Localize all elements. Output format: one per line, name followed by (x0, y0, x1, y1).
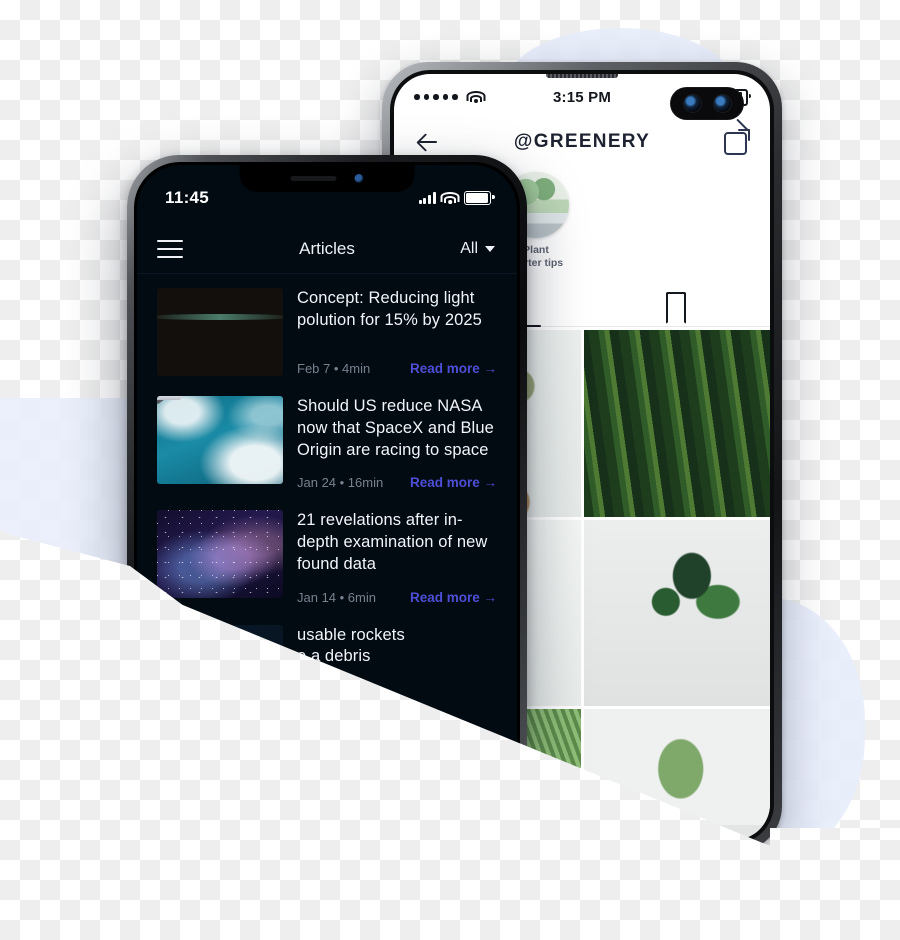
notch (239, 165, 415, 192)
external-link-icon[interactable] (724, 118, 751, 155)
battery-icon (464, 191, 495, 205)
camera-lens-icon (713, 95, 731, 112)
dual-camera-cutout (670, 87, 744, 120)
mockup-stage: 3:15 PM @GREENERY Plant starter tips 11:… (0, 0, 900, 940)
article-meta: Feb 7 • 4min Read more → (297, 347, 497, 376)
front-camera-icon (354, 174, 364, 183)
space-shuttle-icon (157, 396, 186, 404)
article-meta: Jan 14 • 6min Read more → (297, 576, 497, 605)
article-thumbnail (157, 510, 283, 599)
back-arrow-icon[interactable] (414, 128, 442, 156)
article-date-readtime: Jan 24 • 16min (297, 475, 384, 491)
article-title: Concept: Reducing light polution for 15%… (297, 289, 482, 329)
article-meta: Jan 24 • 16min Read more → (297, 461, 497, 490)
article-title: Should US reduce NASA now that SpaceX an… (297, 397, 494, 459)
grid-photo[interactable] (583, 709, 770, 840)
articles-app-bar: Articles All (137, 225, 517, 274)
article-body: 21 revelations after in-depth examinatio… (297, 510, 497, 604)
front-phone-screen: 11:45 Articles All Concept: Reducing lig… (137, 165, 517, 835)
chevron-down-icon (485, 246, 495, 252)
article-thumbnail (157, 396, 283, 484)
article-date-readtime: Jan 14 • 6min (297, 589, 376, 605)
article-title-line2: e a debris (297, 647, 371, 666)
article-date-readtime: Feb 7 • 4min (297, 361, 371, 376)
read-more-link[interactable]: Read more → (410, 475, 497, 490)
profile-handle: @GREENERY (513, 131, 651, 152)
article-list-item[interactable]: 21 revelations after in-depth examinatio… (137, 510, 517, 605)
article-list-item[interactable]: Concept: Reducing light polution for 15%… (137, 288, 517, 376)
earpiece-speaker (290, 176, 337, 181)
bookmark-icon (666, 291, 686, 315)
read-more-link[interactable]: Read more → (410, 590, 497, 605)
article-thumbnail (157, 288, 283, 376)
article-title: usable rockets e a debris (297, 625, 497, 669)
camera-lens-icon (683, 95, 701, 112)
highlight-caption-line1: Plant (523, 244, 549, 256)
tab-saved[interactable] (582, 280, 770, 326)
read-more-link[interactable]: Read more → (410, 361, 497, 376)
grid-photo[interactable] (583, 519, 770, 707)
hamburger-menu-icon[interactable] (157, 240, 183, 258)
article-thumbnail (157, 624, 283, 713)
article-body: usable rockets e a debris (297, 625, 497, 713)
article-title-line1: usable rockets (297, 625, 405, 644)
article-title: 21 revelations after in-depth examinatio… (297, 511, 488, 573)
article-body: Concept: Reducing light polution for 15%… (297, 288, 497, 376)
earpiece-speaker (546, 74, 618, 78)
background-blob-right (770, 598, 865, 860)
status-time: 11:45 (165, 188, 210, 207)
filter-dropdown[interactable]: All (460, 240, 495, 258)
front-phone-bezel: 11:45 Articles All Concept: Reducing lig… (134, 162, 520, 838)
article-list-item[interactable]: Should US reduce NASA now that SpaceX an… (137, 396, 517, 490)
article-list[interactable]: Concept: Reducing light polution for 15%… (137, 274, 517, 713)
wifi-icon (440, 192, 460, 204)
cellular-signal-icon (418, 192, 436, 204)
article-list-item[interactable]: usable rockets e a debris (137, 624, 517, 713)
grid-photo[interactable] (583, 330, 770, 517)
articles-feed-phone: 11:45 Articles All Concept: Reducing lig… (127, 155, 527, 845)
article-body: Should US reduce NASA now that SpaceX an… (297, 396, 497, 490)
filter-label: All (460, 240, 478, 257)
front-status-right (418, 191, 495, 205)
